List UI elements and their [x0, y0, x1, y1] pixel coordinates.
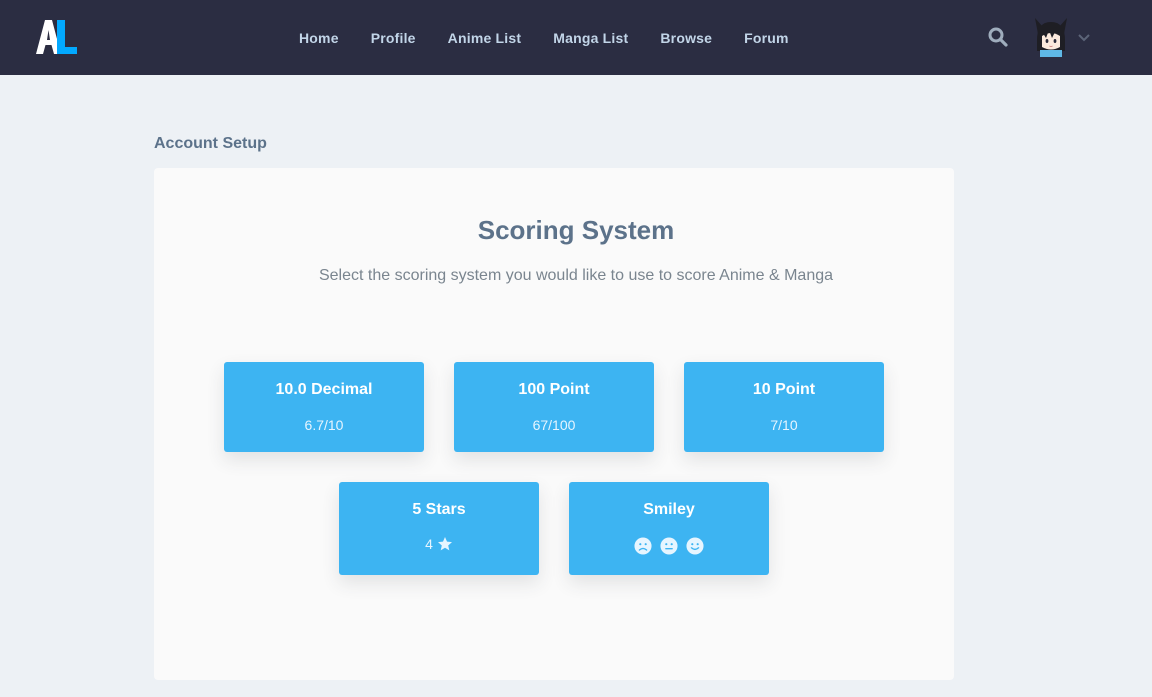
option-title: 100 Point [518, 381, 590, 398]
page-subtitle: Select the scoring system you would like… [318, 267, 834, 284]
star-example: 4 [339, 536, 539, 552]
star-icon [437, 537, 452, 551]
nav-forum-link[interactable]: Forum [744, 30, 789, 46]
option-title: 5 Stars [412, 501, 466, 518]
nav-home-link[interactable]: Home [299, 30, 339, 46]
chevron-down-icon[interactable] [1078, 33, 1090, 42]
option-smiley-button[interactable]: Smiley [569, 482, 769, 575]
option-10-point-button[interactable]: 10 Point 7/10 [684, 362, 884, 452]
nav-profile-link[interactable]: Profile [371, 30, 416, 46]
option-decimal-button[interactable]: 10.0 Decimal 6.7/10 [224, 362, 424, 452]
page-title: Scoring System [477, 215, 675, 245]
smile-icon [686, 537, 704, 555]
option-5-stars-button[interactable]: 5 Stars 4 [339, 482, 539, 575]
top-navbar: Home Profile Anime List Manga List Brows… [0, 0, 1152, 75]
option-100-point-button[interactable]: 100 Point 67/100 [454, 362, 654, 452]
avatar[interactable] [1034, 18, 1068, 57]
smiley-example [569, 537, 769, 555]
search-icon[interactable] [988, 27, 1008, 47]
frown-icon [634, 537, 652, 555]
option-title: 10 Point [752, 381, 816, 398]
option-title: 10.0 Decimal [275, 381, 373, 398]
option-example: 6.7/10 [304, 417, 344, 433]
anilist-logo-icon[interactable] [36, 20, 78, 54]
section-title: Account Setup [154, 135, 267, 152]
nav-anime-list-link[interactable]: Anime List [448, 30, 522, 46]
main-nav: Home Profile Anime List Manga List Brows… [299, 0, 821, 75]
option-example: 4 [425, 536, 433, 552]
neutral-icon [660, 537, 678, 555]
nav-browse-link[interactable]: Browse [660, 30, 712, 46]
option-example: 67/100 [532, 417, 576, 433]
option-example: 7/10 [770, 417, 798, 433]
nav-manga-list-link[interactable]: Manga List [553, 30, 628, 46]
option-title: Smiley [643, 501, 695, 518]
